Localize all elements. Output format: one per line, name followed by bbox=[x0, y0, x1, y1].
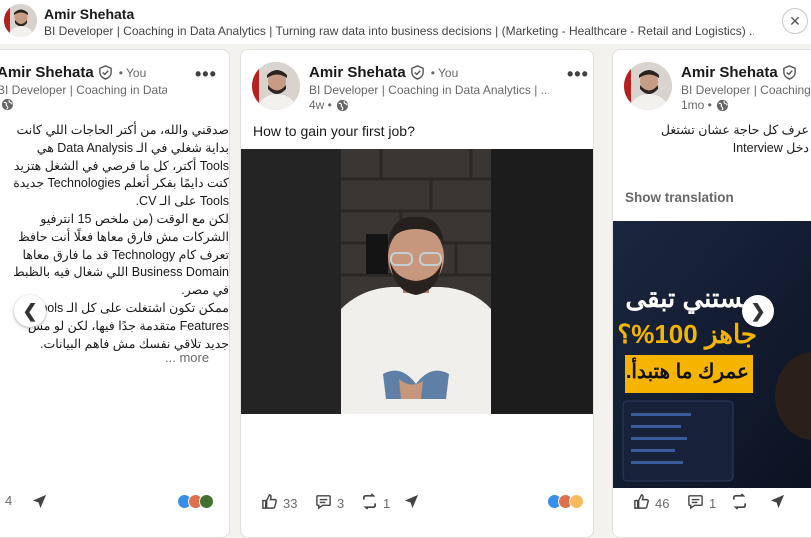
comment-button[interactable]: 3 bbox=[315, 493, 344, 513]
send-button[interactable] bbox=[403, 493, 420, 513]
text-line: صدقني والله، من أكتر الحاجات اللي كانت bbox=[16, 123, 230, 137]
text-line: الشركات مش فارق معاها فعلًا أنت حافظ bbox=[18, 229, 229, 244]
text-line: كنت دايمًا بفكر أتعلم Technologies جديدة bbox=[13, 176, 229, 191]
post-time bbox=[0, 98, 14, 111]
post-author[interactable]: Amir Shehata bbox=[681, 64, 797, 81]
post-video[interactable] bbox=[241, 149, 593, 414]
send-icon bbox=[769, 493, 786, 513]
post-time: 4w • bbox=[309, 98, 349, 112]
text-line: لكن مع الوقت (من ملخص 15 انترفيو bbox=[40, 211, 229, 226]
post-author[interactable]: Amir Shehata • You bbox=[309, 64, 458, 81]
profile-name[interactable]: Amir Shehata bbox=[44, 6, 134, 22]
text-line: Business Domain اللي شغال فيه بالظبط bbox=[13, 265, 229, 280]
you-label: • You bbox=[430, 65, 459, 80]
text-line: Tools أكتر، كل ما فرصي في الشغل هتزيد bbox=[13, 158, 229, 173]
insightful-reaction-icon bbox=[569, 494, 584, 509]
post-card: Amir Shehata BI Developer | Coaching in … bbox=[612, 49, 811, 538]
like-button[interactable]: 33 bbox=[261, 493, 297, 513]
send-icon bbox=[403, 493, 420, 513]
like-icon bbox=[633, 493, 650, 513]
repost-button[interactable]: 1 bbox=[361, 493, 390, 513]
post-headline: BI Developer | Coaching in Data Analytic… bbox=[309, 83, 549, 97]
comment-icon bbox=[315, 493, 332, 513]
comment-icon bbox=[687, 493, 704, 513]
send-icon bbox=[31, 493, 48, 513]
see-more-link[interactable]: ... more bbox=[165, 350, 209, 365]
verified-icon bbox=[782, 65, 797, 80]
author-name[interactable]: Amir Shehata bbox=[309, 64, 406, 81]
profile-avatar[interactable] bbox=[4, 4, 37, 37]
repost-button[interactable] bbox=[731, 493, 748, 513]
profile-headline: BI Developer | Coaching in Data Analytic… bbox=[44, 24, 754, 38]
repost-icon bbox=[731, 493, 748, 513]
chevron-right-icon[interactable]: ❯ bbox=[742, 295, 774, 327]
post-time: 1mo • bbox=[681, 98, 729, 112]
text-line: تعرف كام Technology قد ما فارق معاها bbox=[22, 247, 229, 262]
comment-count: 3 bbox=[337, 495, 345, 511]
post-actions: 33 3 1 bbox=[241, 493, 593, 515]
time-label: 4w • bbox=[309, 98, 332, 112]
post-image[interactable]: مستني تبقى جاهز 100%؟ عمرك ما هتبدأ. bbox=[613, 221, 811, 488]
post-card: Amir Shehata • You BI Developer | Coachi… bbox=[240, 49, 594, 538]
comment-button[interactable]: 4 bbox=[5, 493, 12, 508]
repost-count: 1 bbox=[383, 495, 391, 511]
post-actions: 46 1 bbox=[613, 493, 811, 515]
globe-icon bbox=[716, 99, 729, 112]
globe-icon bbox=[336, 99, 349, 112]
text-line: Features متقدمة جدًا فيها، لكن لو مش bbox=[27, 318, 229, 333]
celebrate-reaction-icon bbox=[199, 494, 214, 509]
promo-line-2: جاهز 100%؟ bbox=[617, 319, 757, 349]
post-headline: BI Developer | Coaching in Data Analytic… bbox=[0, 83, 167, 97]
author-avatar[interactable] bbox=[252, 62, 300, 110]
more-options-icon[interactable]: ••• bbox=[567, 64, 589, 85]
globe-icon bbox=[1, 98, 14, 111]
reaction-icons[interactable] bbox=[177, 494, 214, 509]
like-count: 46 bbox=[655, 495, 670, 511]
close-icon[interactable]: ✕ bbox=[782, 8, 808, 34]
post-card: Amir Shehata • You BI Developer | Coachi… bbox=[0, 49, 230, 538]
post-author[interactable]: Amir Shehata • You bbox=[0, 64, 146, 81]
promo-line-3: عمرك ما هتبدأ. bbox=[625, 361, 749, 383]
like-icon bbox=[261, 493, 278, 513]
comment-count: 1 bbox=[709, 495, 717, 511]
post-text: How to gain your first job? bbox=[253, 123, 415, 139]
chevron-left-icon[interactable]: ❮ bbox=[14, 295, 46, 327]
author-avatar[interactable] bbox=[624, 62, 672, 110]
comment-button[interactable]: 1 bbox=[687, 493, 716, 513]
author-name[interactable]: Amir Shehata bbox=[681, 64, 778, 81]
post-text: صدقني والله، من أكتر الحاجات اللي كانت ب… bbox=[13, 122, 229, 353]
text-line: عرف كل حاجة عشان تشتغل bbox=[660, 123, 809, 137]
repost-icon bbox=[361, 493, 378, 513]
verified-icon bbox=[410, 65, 425, 80]
more-options-icon[interactable]: ••• bbox=[195, 64, 217, 85]
show-translation-link[interactable]: Show translation bbox=[625, 190, 734, 205]
reaction-icons[interactable] bbox=[547, 494, 584, 509]
profile-header: Amir Shehata BI Developer | Coaching in … bbox=[0, 0, 811, 44]
you-label: • You bbox=[118, 65, 147, 80]
text-line: Tools على الـ CV. bbox=[135, 194, 229, 209]
like-count: 33 bbox=[283, 495, 298, 511]
time-label: 1mo • bbox=[681, 98, 712, 112]
author-name[interactable]: Amir Shehata bbox=[0, 64, 94, 81]
verified-icon bbox=[98, 65, 113, 80]
text-line: دخل Interview bbox=[732, 140, 809, 155]
post-headline: BI Developer | Coaching in Data Analytic… bbox=[681, 83, 811, 97]
send-button[interactable] bbox=[31, 493, 48, 513]
comment-count: 4 bbox=[5, 493, 13, 508]
send-button[interactable] bbox=[769, 493, 786, 513]
promo-line-1: مستني تبقى bbox=[625, 283, 757, 313]
text-line: بداية شغلي في الـ Data Analysis هي bbox=[36, 140, 229, 155]
post-actions: 4 bbox=[0, 493, 229, 515]
post-text: عرف كل حاجة عشان تشتغل دخل Interview bbox=[613, 122, 809, 158]
like-button[interactable]: 46 bbox=[633, 493, 669, 513]
text-line: في مصر. bbox=[181, 283, 229, 298]
